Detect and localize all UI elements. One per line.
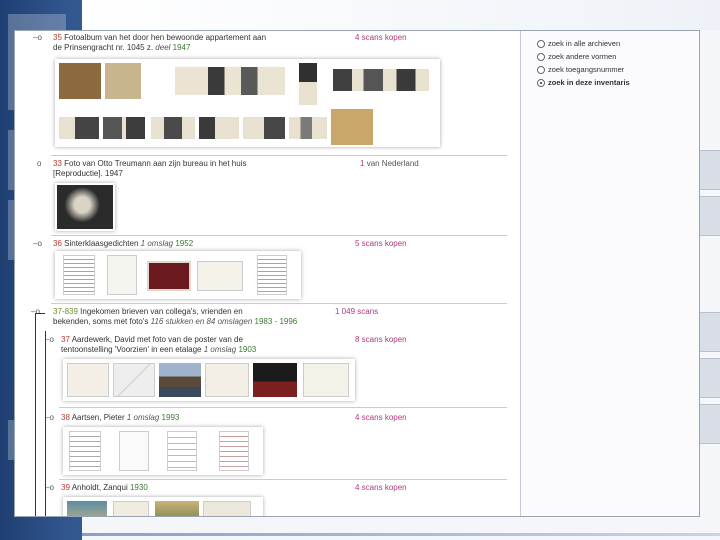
collapse-icon[interactable]: –o bbox=[45, 335, 54, 345]
entry-note: van Nederland bbox=[366, 159, 419, 168]
entry-description: 1 omslag bbox=[126, 413, 160, 422]
collapse-icon[interactable]: –o bbox=[45, 413, 54, 423]
buy-link[interactable]: kopen bbox=[385, 335, 407, 344]
scan-count[interactable]: 4 scans bbox=[355, 483, 383, 492]
search-option-label: zoek andere vormen bbox=[548, 52, 617, 61]
scan-count[interactable]: 4 scans bbox=[355, 413, 383, 422]
entry-number[interactable]: 35 bbox=[53, 33, 62, 42]
expand-icon[interactable]: o bbox=[37, 159, 41, 169]
entry-number[interactable]: 37 bbox=[61, 335, 70, 344]
search-option-selected[interactable]: zoek in deze inventaris bbox=[537, 76, 699, 89]
radio-icon[interactable] bbox=[537, 39, 545, 48]
search-option[interactable]: zoek in alle archieven bbox=[537, 37, 699, 50]
entry-number[interactable]: 33 bbox=[53, 159, 62, 168]
buy-link[interactable]: kopen bbox=[385, 413, 407, 422]
document-thumbnail[interactable] bbox=[63, 255, 95, 295]
tree-connector bbox=[35, 313, 36, 516]
tree-connector bbox=[35, 313, 45, 314]
thumbnail-strip bbox=[55, 59, 440, 147]
radio-icon[interactable] bbox=[537, 52, 545, 61]
search-panel: zoek in alle archieven zoek andere vorme… bbox=[520, 31, 699, 516]
entry-year: 1930 bbox=[129, 483, 148, 492]
entry-title: Aartsen, Pieter bbox=[71, 413, 125, 422]
entry-year: 1903 bbox=[238, 345, 257, 354]
radio-icon[interactable] bbox=[537, 65, 545, 74]
entry-description: 1 omslag bbox=[203, 345, 237, 354]
photo-thumbnail[interactable] bbox=[67, 501, 107, 516]
thumbnail-strip bbox=[63, 427, 263, 475]
entry-title: Ingekomen brieven van collega's, vriende… bbox=[80, 307, 243, 316]
buy-link[interactable]: kopen bbox=[385, 33, 407, 42]
search-option-label: zoek toegangsnummer bbox=[548, 65, 625, 74]
photo-thumbnail[interactable] bbox=[59, 63, 101, 99]
entry-number[interactable]: 37-839 bbox=[53, 307, 78, 316]
archive-screenshot: –o 35 Fotoalbum van het door hen bewoond… bbox=[14, 30, 700, 517]
entry-description: 1 omslag bbox=[140, 239, 174, 248]
entry-number[interactable]: 36 bbox=[53, 239, 62, 248]
entry-year: 1947 bbox=[172, 43, 191, 52]
entry-title: Anholdt, Zanqui bbox=[71, 483, 128, 492]
entry-year: 1952 bbox=[175, 239, 194, 248]
slide-top-wash bbox=[82, 0, 720, 30]
entry-title: Sinterklaasgedichten bbox=[64, 239, 139, 248]
scan-count[interactable]: 1 049 scans bbox=[335, 307, 378, 316]
entry-number[interactable]: 39 bbox=[61, 483, 70, 492]
collapse-icon[interactable]: –o bbox=[33, 33, 42, 43]
entry-title: Aardewerk, David met foto van de poster … bbox=[71, 335, 243, 344]
thumbnail-strip bbox=[63, 359, 355, 401]
thumbnail-strip bbox=[55, 183, 115, 231]
scan-count[interactable]: 5 scans bbox=[355, 239, 383, 248]
radio-checked-icon[interactable] bbox=[537, 78, 545, 87]
entry-title: Fotoalbum van het door hen bewoonde appa… bbox=[64, 33, 267, 42]
entry-year: 1983 - 1996 bbox=[254, 317, 298, 326]
entry-title: Foto van Otto Treumann aan zijn bureau i… bbox=[64, 159, 247, 168]
entry-title-cont: [Reproductie]. 1947 bbox=[53, 169, 123, 178]
entry-number[interactable]: 38 bbox=[61, 413, 70, 422]
entry-description: 116 stukken en 84 omslagen bbox=[150, 317, 253, 326]
search-option-label: zoek in deze inventaris bbox=[548, 78, 630, 87]
document-thumbnail[interactable] bbox=[67, 363, 109, 397]
inventory-list: –o 35 Fotoalbum van het door hen bewoond… bbox=[15, 31, 520, 516]
presentation-slide: –o 35 Fotoalbum van het door hen bewoond… bbox=[0, 0, 720, 540]
buy-link[interactable]: kopen bbox=[385, 239, 407, 248]
scan-count[interactable]: 4 scans bbox=[355, 33, 383, 42]
entry-title-cont: de Prinsengracht nr. 1045 z. bbox=[53, 43, 154, 52]
entry-description: deel bbox=[155, 43, 171, 52]
slide-bottom-line bbox=[82, 533, 720, 536]
entry-year: 1993 bbox=[161, 413, 180, 422]
entry-title-cont: tentoonstelling 'Voorzien' in een etalag… bbox=[61, 345, 202, 354]
buy-link[interactable]: kopen bbox=[385, 483, 407, 492]
thumbnail-strip bbox=[63, 497, 263, 516]
scan-count[interactable]: 8 scans bbox=[355, 335, 383, 344]
collapse-icon[interactable]: –o bbox=[33, 239, 42, 249]
thumbnail-strip bbox=[55, 251, 301, 299]
scan-count[interactable]: 1 bbox=[360, 159, 364, 168]
document-thumbnail[interactable] bbox=[69, 431, 101, 471]
entry-title-cont: bekenden, soms met foto's bbox=[53, 317, 149, 326]
photo-thumbnail[interactable] bbox=[57, 185, 113, 229]
collapse-icon[interactable]: –o bbox=[45, 483, 54, 493]
search-option[interactable]: zoek andere vormen bbox=[537, 50, 699, 63]
slide-right-tabs bbox=[698, 150, 720, 450]
search-option[interactable]: zoek toegangsnummer bbox=[537, 63, 699, 76]
search-option-label: zoek in alle archieven bbox=[548, 39, 621, 48]
